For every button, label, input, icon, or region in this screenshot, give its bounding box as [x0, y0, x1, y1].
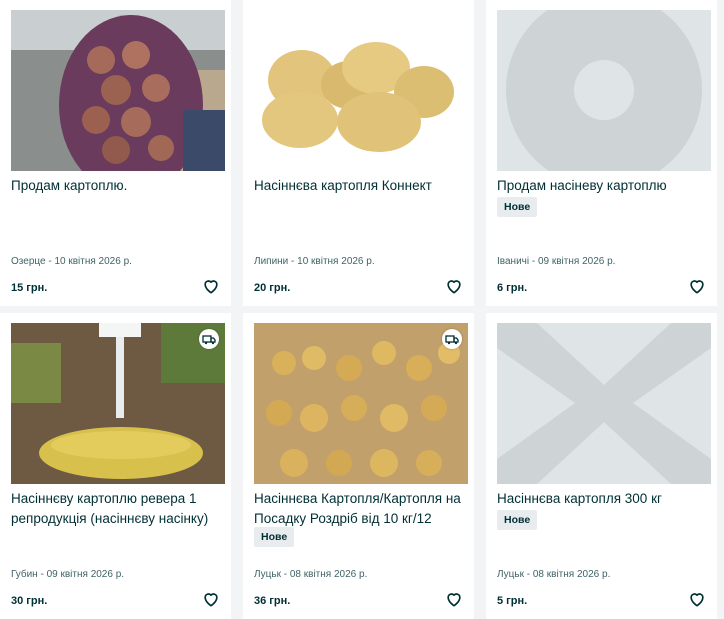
listing-location-date: Губин - 09 квітня 2026 р. — [11, 569, 125, 580]
listing-grid: Продам картоплю. Озерце - 10 квітня 2026… — [0, 0, 724, 619]
heart-icon[interactable] — [687, 589, 707, 609]
listing-price: 5 грн. — [497, 595, 528, 607]
heart-icon[interactable] — [201, 589, 221, 609]
listing-card[interactable]: Насіннєва Картопля/Картопля на Посадку Р… — [243, 313, 474, 619]
listing-location-date: Іваничі - 09 квітня 2026 р. — [497, 256, 616, 267]
delivery-truck-icon — [199, 329, 219, 349]
listing-photo-potatoes[interactable] — [254, 10, 468, 171]
listing-price: 6 грн. — [497, 282, 528, 294]
listing-card[interactable]: Насіннєву картоплю ревера 1 репродукція … — [0, 313, 231, 619]
listing-card[interactable]: Насіннєва картопля Коннект Липини - 10 к… — [243, 0, 474, 306]
listing-title[interactable]: Продам насіневу картоплю — [497, 176, 709, 196]
image-placeholder-icon[interactable] — [497, 323, 711, 484]
listing-title[interactable]: Насіннєва картопля Коннект — [254, 176, 466, 196]
new-badge: Нове — [254, 527, 295, 547]
image-placeholder-icon[interactable] — [497, 10, 711, 171]
listing-price: 15 грн. — [11, 282, 48, 294]
listing-price: 36 грн. — [254, 595, 291, 607]
listing-location-date: Озерце - 10 квітня 2026 р. — [11, 256, 132, 267]
new-badge: Нове — [497, 510, 538, 530]
listing-location-date: Луцьк - 08 квітня 2026 р. — [254, 569, 368, 580]
heart-icon[interactable] — [687, 276, 707, 296]
delivery-truck-icon — [442, 329, 462, 349]
listing-card[interactable]: Продам картоплю. Озерце - 10 квітня 2026… — [0, 0, 231, 306]
new-badge: Нове — [497, 197, 538, 217]
listing-photo-potatoes-field[interactable] — [11, 323, 225, 484]
listing-location-date: Липини - 10 квітня 2026 р. — [254, 256, 375, 267]
listing-location-date: Луцьк - 08 квітня 2026 р. — [497, 569, 611, 580]
heart-icon[interactable] — [201, 276, 221, 296]
listing-card[interactable]: Продам насіневу картоплю Нове Іваничі - … — [486, 0, 717, 306]
listing-price: 30 грн. — [11, 595, 48, 607]
listing-photo-potato-crates[interactable] — [254, 323, 468, 484]
heart-icon[interactable] — [444, 589, 464, 609]
listing-title[interactable]: Продам картоплю. — [11, 176, 223, 196]
listing-price: 20 грн. — [254, 282, 291, 294]
heart-icon[interactable] — [444, 276, 464, 296]
listing-photo-potato-sack[interactable] — [11, 10, 225, 171]
listing-title[interactable]: Насіннєва картопля 300 кг — [497, 489, 709, 509]
listing-card[interactable]: Насіннєва картопля 300 кг Нове Луцьк - 0… — [486, 313, 717, 619]
listing-title[interactable]: Насіннєву картоплю ревера 1 репродукція … — [11, 489, 223, 529]
